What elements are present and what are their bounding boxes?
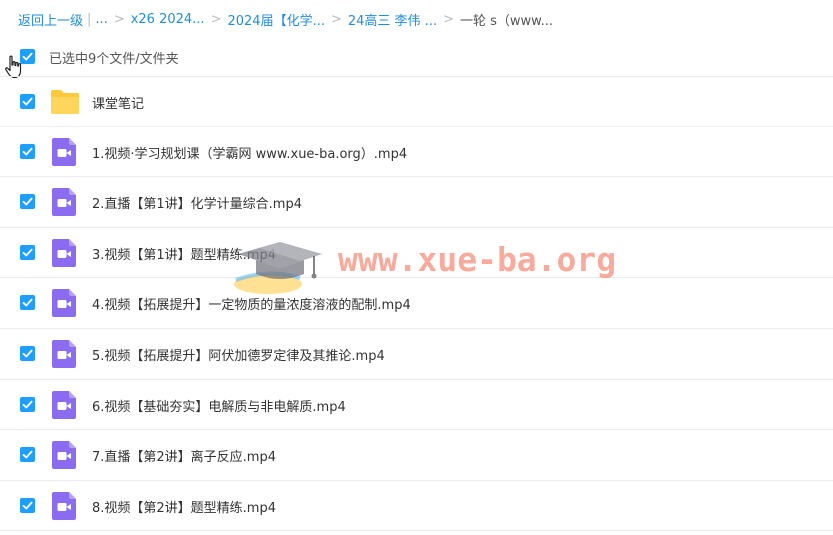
file-name[interactable]: 2.直播【第1讲】化学计量综合.mp4 (92, 193, 302, 212)
file-list: 课堂笔记 1.视频·学习规划课（学霸网 www.xue-ba.org）.mp4 … (0, 76, 833, 532)
breadcrumb-item-2024-chemistry[interactable]: 2024届【化学... (227, 10, 324, 29)
breadcrumb: 返回上一级 | ... > x26 2024... > 2024届【化学... … (0, 0, 833, 38)
file-row[interactable]: 7.直播【第2讲】离子反应.mp4 (0, 430, 833, 481)
breadcrumb-current: 一轮 s（www... (460, 13, 554, 29)
selection-count: 已选中9个文件/文件夹 (49, 52, 179, 67)
video-file-icon (52, 491, 76, 520)
file-row[interactable]: 5.视频【拓展提升】阿伏加德罗定律及其推论.mp4 (0, 329, 833, 380)
row-checkbox[interactable] (20, 244, 35, 260)
breadcrumb-separator: > (113, 11, 125, 27)
row-checkbox[interactable] (20, 94, 35, 109)
breadcrumb-separator: > (330, 11, 342, 27)
check-icon (22, 197, 33, 206)
video-file-icon (52, 238, 76, 267)
check-icon (22, 349, 33, 358)
check-icon (22, 501, 33, 510)
check-icon (22, 450, 33, 459)
row-checkbox[interactable] (20, 345, 35, 361)
check-icon (22, 400, 33, 408)
check-icon (22, 299, 33, 307)
check-icon (22, 248, 33, 257)
file-row[interactable]: 6.视频【基础夯实】电解质与非电解质.mp4 (0, 380, 833, 431)
folder-icon (51, 90, 79, 114)
video-file-icon (52, 390, 76, 419)
file-name[interactable]: 8.视频【第2讲】题型精练.mp4 (92, 497, 276, 516)
file-name[interactable]: 课堂笔记 (92, 93, 144, 112)
video-file-icon (52, 137, 76, 166)
file-name[interactable]: 1.视频·学习规划课（学霸网 www.xue-ba.org）.mp4 (92, 143, 407, 162)
file-row[interactable]: 8.视频【第2讲】题型精练.mp4 (0, 481, 833, 532)
file-row[interactable]: 4.视频【拓展提升】一定物质的量浓度溶液的配制.mp4 (0, 278, 833, 329)
video-file-icon (52, 289, 76, 318)
video-file-icon (52, 339, 76, 368)
row-checkbox[interactable] (20, 194, 35, 210)
breadcrumb-ellipsis[interactable]: ... (95, 12, 107, 27)
breadcrumb-separator: > (210, 11, 222, 27)
file-name[interactable]: 7.直播【第2讲】离子反应.mp4 (92, 446, 276, 465)
back-link[interactable]: 返回上一级 (18, 10, 83, 29)
breadcrumb-item-24-gaosan[interactable]: 24高三 李伟 ... (348, 10, 437, 29)
row-checkbox[interactable] (20, 447, 35, 463)
check-icon (22, 147, 33, 155)
video-file-icon (52, 188, 76, 217)
file-row[interactable]: 3.视频【第1讲】题型精练.mp4 (0, 228, 833, 279)
file-name[interactable]: 4.视频【拓展提升】一定物质的量浓度溶液的配制.mp4 (92, 294, 411, 313)
row-checkbox[interactable] (20, 143, 35, 159)
file-name[interactable]: 5.视频【拓展提升】阿伏加德罗定律及其推论.mp4 (92, 345, 385, 364)
file-name[interactable]: 3.视频【第1讲】题型精练.mp4 (92, 244, 276, 263)
file-name[interactable]: 6.视频【基础夯实】电解质与非电解质.mp4 (92, 396, 346, 415)
breadcrumb-divider: | (87, 11, 92, 27)
breadcrumb-item-x26[interactable]: x26 2024... (131, 12, 205, 27)
video-file-icon (52, 441, 76, 470)
select-all-row: 已选中9个文件/文件夹 (0, 38, 833, 76)
file-row[interactable]: 课堂笔记 (0, 76, 833, 127)
check-icon (22, 97, 33, 106)
row-checkbox[interactable] (20, 497, 35, 513)
file-row[interactable]: 2.直播【第1讲】化学计量综合.mp4 (0, 177, 833, 228)
row-checkbox[interactable] (20, 295, 35, 311)
breadcrumb-separator: > (443, 11, 454, 27)
file-row[interactable]: 1.视频·学习规划课（学霸网 www.xue-ba.org）.mp4 (0, 127, 833, 178)
row-checkbox[interactable] (20, 396, 35, 412)
